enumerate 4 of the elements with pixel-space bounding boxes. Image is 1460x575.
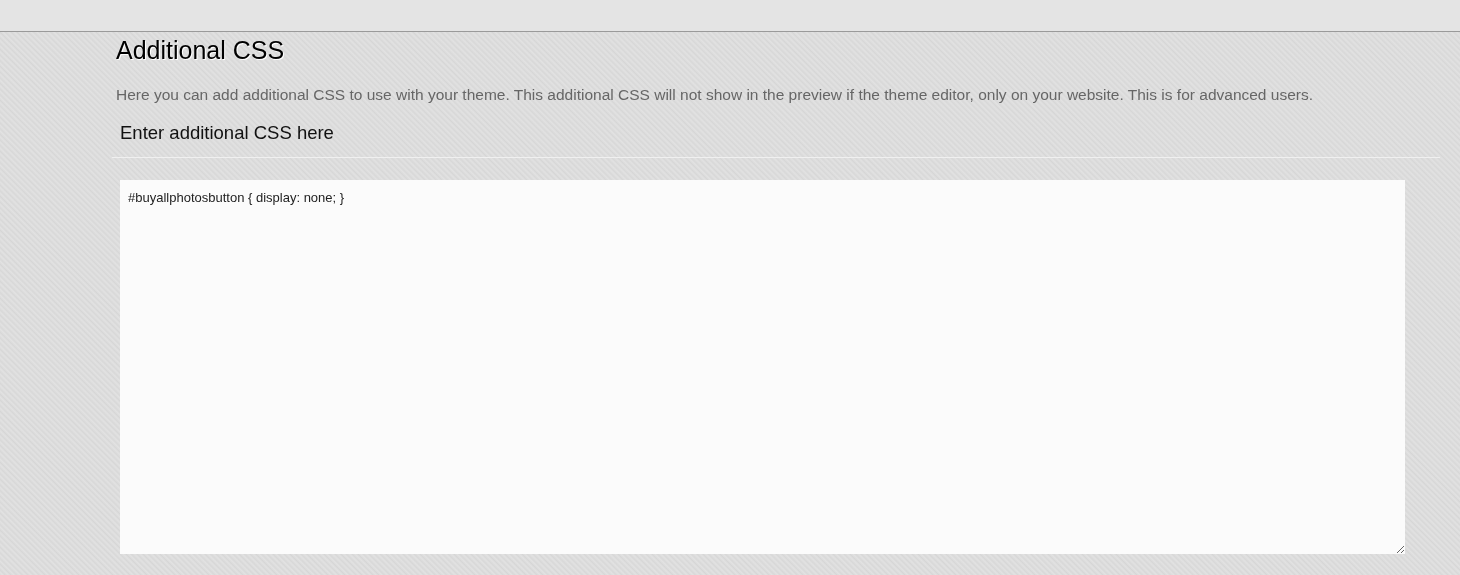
field-label: Enter additional CSS here: [120, 122, 334, 143]
css-field[interactable]: #buyallphotosbutton { display: none; }: [120, 180, 1405, 554]
section-title: Additional CSS: [116, 35, 286, 65]
section-description: Here you can add additional CSS to use with your theme. This additional CSS will not show in the preview if the theme editor, only on your website. This is for advanced users.: [116, 85, 1314, 105]
